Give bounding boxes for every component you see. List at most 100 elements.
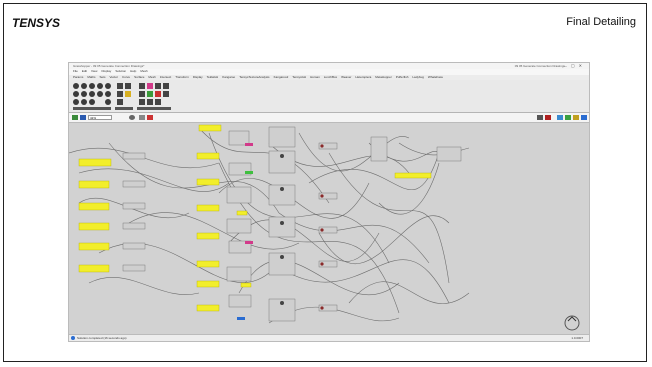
param-node <box>280 187 284 191</box>
component-icon[interactable] <box>155 83 161 89</box>
menu-item[interactable]: File <box>73 69 78 73</box>
preview-mode-icon[interactable] <box>139 115 145 120</box>
component-icon[interactable] <box>81 99 87 105</box>
component-icon[interactable] <box>117 99 123 105</box>
component-icon[interactable] <box>125 91 131 97</box>
param-node <box>280 301 284 305</box>
display-icon[interactable] <box>557 115 563 120</box>
pink-component <box>245 143 253 146</box>
components <box>122 126 462 322</box>
component-tab[interactable]: Sets <box>100 75 106 79</box>
component-icon[interactable] <box>81 83 87 89</box>
ribbon-group-label <box>73 107 111 110</box>
param-node <box>320 228 324 232</box>
component-icon[interactable] <box>139 83 145 89</box>
component-tab[interactable]: TensysTextureAnalysis <box>239 75 269 79</box>
component-icon[interactable] <box>117 91 123 97</box>
component-icon[interactable] <box>89 91 95 97</box>
component-tab[interactable]: Heteroptera <box>355 75 371 79</box>
component-tab[interactable]: Curve <box>122 75 130 79</box>
component-tab[interactable]: Intersect <box>160 75 172 79</box>
open-file-icon[interactable] <box>72 115 78 120</box>
component-icon[interactable] <box>105 83 111 89</box>
component-icon[interactable] <box>89 99 95 105</box>
preview-shaded-icon[interactable] <box>545 115 551 120</box>
param-node <box>280 255 284 259</box>
ribbon-group-label <box>115 107 133 110</box>
component-icon[interactable] <box>117 83 123 89</box>
component-tab[interactable]: WhaleFace <box>428 75 443 79</box>
component-tab[interactable]: Transform <box>175 75 189 79</box>
component-icon[interactable] <box>81 91 87 97</box>
section-title: Final Detailing <box>566 16 636 28</box>
component-tab[interactable]: MetaHopper <box>375 75 392 79</box>
zoom-extents-icon[interactable] <box>129 115 135 120</box>
menu-item[interactable]: Help <box>130 69 136 73</box>
component-icon[interactable] <box>163 83 169 89</box>
component-ribbon <box>69 80 589 113</box>
grasshopper-screenshot: Grasshopper - 09 05 Generate Connection … <box>68 62 590 342</box>
blue-component <box>237 317 245 320</box>
component-icon[interactable] <box>125 83 131 89</box>
component-tab[interactable]: LunchBox <box>324 75 337 79</box>
component-icon[interactable] <box>155 91 161 97</box>
display-icon[interactable] <box>581 115 587 120</box>
canvas-navigation-widget <box>564 315 580 331</box>
component-icon[interactable] <box>89 83 95 89</box>
grasshopper-canvas[interactable] <box>69 123 589 335</box>
param-node <box>320 262 324 266</box>
component-icon[interactable] <box>147 91 153 97</box>
component-icon[interactable] <box>73 99 79 105</box>
component-icon[interactable] <box>73 83 79 89</box>
component-icon[interactable] <box>139 91 145 97</box>
component-tab[interactable]: Vector <box>110 75 119 79</box>
menu-item[interactable]: Edit <box>82 69 87 73</box>
component-tab[interactable]: Human <box>310 75 320 79</box>
display-icon[interactable] <box>565 115 571 120</box>
component-tab[interactable]: Params <box>73 75 83 79</box>
menu-item[interactable]: Display <box>101 69 111 73</box>
component-icon[interactable] <box>139 99 145 105</box>
component-icon[interactable] <box>163 91 169 97</box>
component-icon[interactable] <box>147 83 153 89</box>
component-tab[interactable]: Ladybug <box>412 75 424 79</box>
document-title: 09 05 Generate Connection Drawings <box>514 64 565 68</box>
status-text: Solution completed (16 seconds ago) <box>77 336 127 340</box>
window-controls[interactable]: –▢✕ <box>565 63 586 68</box>
sketch-icon[interactable] <box>147 115 153 120</box>
component-tab[interactable]: Kangaroo <box>222 75 235 79</box>
ribbon-group-label <box>137 107 171 110</box>
menu-item[interactable]: Mesh <box>140 69 147 73</box>
component-icon[interactable] <box>97 91 103 97</box>
component-tab[interactable]: TeklaGH <box>207 75 219 79</box>
component-tab[interactable]: Mesh <box>148 75 155 79</box>
component-icon[interactable] <box>155 99 161 105</box>
component-tab[interactable]: Kangaroo2 <box>274 75 289 79</box>
preview-wire-icon[interactable] <box>537 115 543 120</box>
save-icon[interactable] <box>80 115 86 120</box>
pink-component <box>245 241 253 244</box>
param-node <box>320 194 324 198</box>
component-icon[interactable] <box>97 83 103 89</box>
component-tab[interactable]: Pufferfish <box>396 75 409 79</box>
component-icon[interactable] <box>105 91 111 97</box>
brand-title: TENSYS <box>12 16 61 30</box>
version-label: 1.0.0007 <box>571 336 583 340</box>
status-bar: Solution completed (16 seconds ago) 1.0.… <box>69 334 589 341</box>
component-tab[interactable]: Display <box>193 75 203 79</box>
display-icon[interactable] <box>573 115 579 120</box>
param-node <box>280 221 284 225</box>
component-tab[interactable]: Weaver <box>341 75 351 79</box>
component-tab[interactable]: TensysGH <box>292 75 306 79</box>
menu-item[interactable]: View <box>91 69 97 73</box>
menu-item[interactable]: Solution <box>115 69 126 73</box>
presentation-slide: TENSYS Final Detailing Grasshopper - 09 … <box>3 3 647 362</box>
component-icon[interactable] <box>105 99 111 105</box>
component-tab[interactable]: Surface <box>134 75 144 79</box>
component-icon[interactable] <box>73 91 79 97</box>
component-tab[interactable]: Maths <box>87 75 95 79</box>
node-graph <box>69 124 580 331</box>
param-node <box>280 154 284 158</box>
component-icon[interactable] <box>147 99 153 105</box>
zoom-field[interactable]: 41% <box>88 115 112 120</box>
